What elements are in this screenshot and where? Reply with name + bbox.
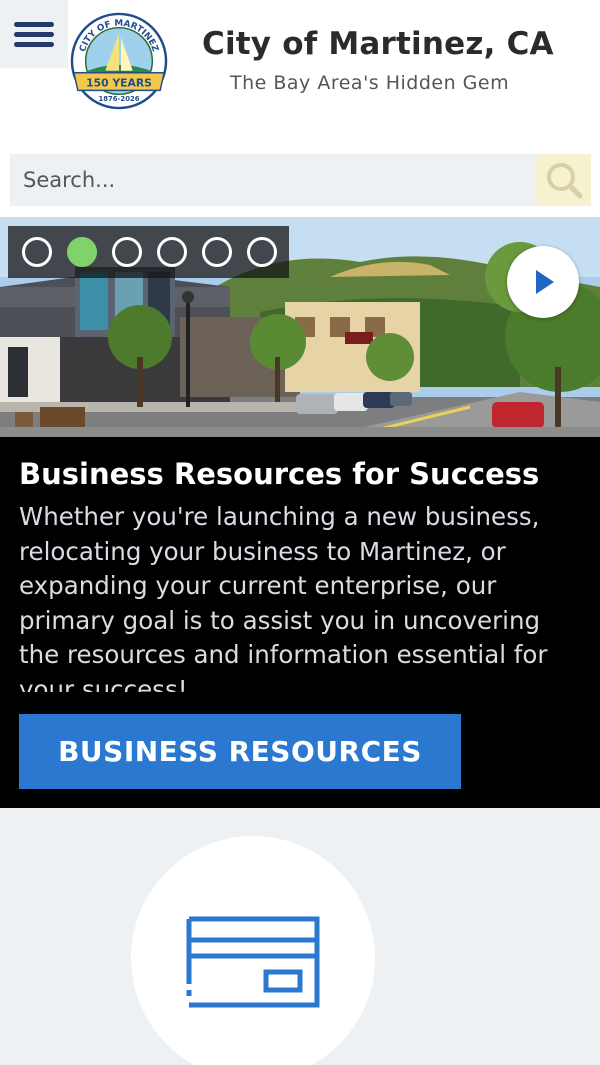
- credit-card-icon: [186, 916, 320, 1008]
- slide-caption: Business Resources for Success Whether y…: [0, 437, 600, 808]
- slider-dot-active[interactable]: [67, 237, 97, 267]
- slider-dot[interactable]: [112, 237, 142, 267]
- site-header: CITY OF MARTINEZ 150 YEARS 1876-2026 Cit…: [0, 0, 600, 135]
- slider-dot[interactable]: [247, 237, 277, 267]
- site-title[interactable]: City of Martinez, CA: [202, 26, 554, 62]
- magnifier-icon: [546, 163, 582, 199]
- site-tagline: The Bay Area's Hidden Gem: [230, 72, 510, 94]
- hamburger-icon-bar: [14, 31, 54, 37]
- quick-links-section: [0, 808, 600, 1065]
- business-resources-button[interactable]: BUSINESS RESOURCES: [19, 714, 461, 789]
- hamburger-icon-bar: [14, 41, 54, 47]
- quick-link-card[interactable]: [131, 836, 375, 1065]
- search-bar: [10, 154, 591, 206]
- slide-description: Whether you're launching a new business,…: [19, 502, 548, 692]
- play-button[interactable]: [507, 246, 579, 318]
- search-input[interactable]: [10, 154, 536, 206]
- slider-dot[interactable]: [22, 237, 52, 267]
- slide-title: Business Resources for Success: [19, 457, 540, 491]
- city-logo[interactable]: CITY OF MARTINEZ 150 YEARS 1876-2026: [70, 12, 168, 110]
- logo-banner-text: 150 YEARS: [86, 76, 152, 89]
- logo-years-text: 1876-2026: [98, 95, 139, 103]
- slider-dot[interactable]: [202, 237, 232, 267]
- play-icon: [536, 270, 554, 294]
- slider-pagination: [8, 226, 289, 278]
- hero-slider: [0, 217, 600, 437]
- search-button[interactable]: [536, 154, 591, 206]
- slider-dot[interactable]: [157, 237, 187, 267]
- hamburger-icon-bar: [14, 21, 54, 27]
- menu-button[interactable]: [0, 0, 68, 68]
